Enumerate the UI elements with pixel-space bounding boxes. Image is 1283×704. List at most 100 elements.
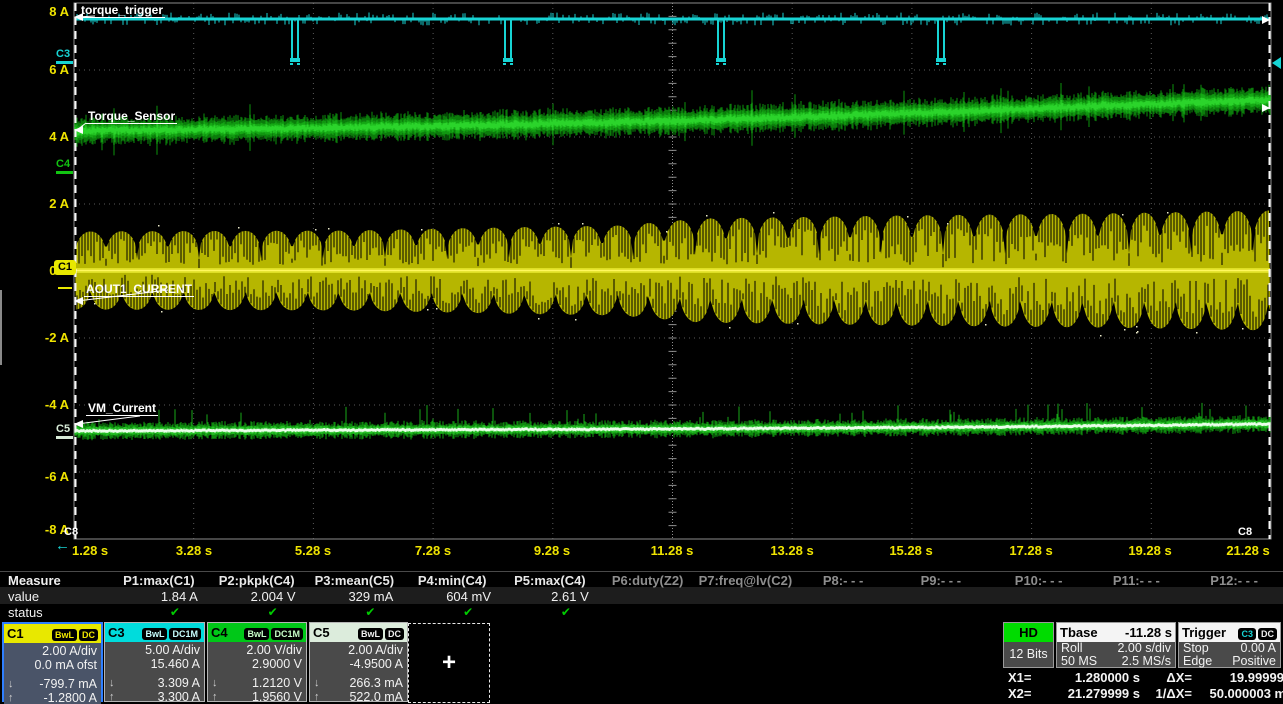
channel-min: 266.3 mA bbox=[349, 676, 403, 690]
timebase-box[interactable]: Tbase -11.28 s Roll 2.00 s/div 50 MS 2.5… bbox=[1056, 622, 1176, 668]
trigger-box[interactable]: Trigger C3DC Stop 0.00 A Edge Positive bbox=[1178, 622, 1281, 668]
channel-min: 3.309 A bbox=[158, 676, 200, 690]
plus-icon: + bbox=[442, 649, 456, 677]
max-arrow-icon: ↑ bbox=[212, 690, 218, 704]
trace-label-torque-sensor[interactable]: Torque_Sensor bbox=[86, 110, 177, 124]
measure-param-p6[interactable]: P6:duty(Z2) bbox=[599, 573, 697, 588]
channel-marker-tick bbox=[56, 436, 73, 439]
hd-label: HD bbox=[1004, 623, 1053, 642]
y-axis-label: -8 A bbox=[0, 523, 69, 537]
dx-label: ΔX= bbox=[1140, 670, 1192, 685]
trigger-source-badge: C3 bbox=[1238, 628, 1256, 640]
channel-offset: 0.0 mA ofst bbox=[8, 658, 97, 672]
bandwidth-limit-badge: BwL bbox=[142, 628, 167, 640]
channel-descriptor-c3[interactable]: C3 BwLDC1M 5.00 A/div 15.460 A ↓3.309 A … bbox=[104, 622, 205, 702]
x-axis-label: 9.28 s bbox=[516, 543, 588, 558]
channel-marker-c3[interactable]: C3 bbox=[56, 49, 70, 60]
measure-value: 2.61 V bbox=[501, 589, 599, 604]
trigger-slope: Positive bbox=[1232, 655, 1276, 668]
measure-param-p3[interactable]: P3:mean(C5) bbox=[306, 573, 404, 588]
measure-header-row: P1:max(C1) P2:pkpk(C4) P3:mean(C5) P4:mi… bbox=[110, 573, 1283, 588]
measure-value: 2.004 V bbox=[208, 589, 306, 604]
coupling-badge: DC bbox=[385, 628, 404, 640]
x-axis-label: 3.28 s bbox=[158, 543, 230, 558]
measure-title: Measure bbox=[8, 573, 61, 588]
x-axis-label: 17.28 s bbox=[995, 543, 1067, 558]
measure-param-p4[interactable]: P4:min(C4) bbox=[403, 573, 501, 588]
y-axis-label: 6 A bbox=[0, 63, 69, 77]
hd-bits: 12 Bits bbox=[1004, 642, 1053, 666]
channel-marker-label: C1 bbox=[58, 261, 72, 273]
x1-value: 1.280000 s bbox=[1042, 670, 1140, 685]
y-axis-label: 8 A bbox=[0, 5, 69, 19]
cursor-marker-right[interactable]: C8 bbox=[1238, 526, 1252, 538]
channel-marker-c4[interactable]: C4 bbox=[56, 159, 70, 170]
coupling-badge: DC1M bbox=[271, 628, 303, 640]
hd-mode-box[interactable]: HD 12 Bits bbox=[1003, 622, 1054, 668]
channel-descriptor-c5[interactable]: C5 BwLDC 2.00 A/div -4.9500 A ↓266.3 mA … bbox=[309, 622, 408, 702]
trace-label-torque-trigger[interactable]: torque_trigger bbox=[79, 4, 165, 18]
channel-max: 522.0 mA bbox=[349, 690, 403, 704]
channel-min: 1.2120 V bbox=[252, 676, 302, 690]
channel-marker-tick bbox=[56, 171, 73, 174]
timebase-delay: -11.28 s bbox=[1125, 625, 1172, 640]
trace-label-vm-current[interactable]: VM_Current bbox=[86, 402, 158, 416]
measure-param-p9[interactable]: P9:- - - bbox=[892, 573, 990, 588]
inv-dx-label: 1/ΔX= bbox=[1140, 686, 1192, 701]
trigger-type: Edge bbox=[1183, 655, 1212, 668]
x-axis-label: 1.28 s bbox=[72, 543, 144, 558]
max-arrow-icon: ↑ bbox=[8, 691, 14, 704]
max-arrow-icon: ↑ bbox=[314, 690, 320, 704]
min-arrow-icon: ↓ bbox=[212, 676, 218, 690]
channel-marker-c5[interactable]: C5 bbox=[56, 424, 70, 435]
x1-label: X1= bbox=[1008, 670, 1042, 685]
channel-descriptor-c4[interactable]: C4 BwLDC1M 2.00 V/div 2.9000 V ↓1.2120 V… bbox=[207, 622, 307, 702]
dx-value: 19.999999 s bbox=[1192, 670, 1283, 685]
measure-status-row-label: status bbox=[8, 605, 43, 620]
separator-line bbox=[0, 571, 1283, 572]
measure-param-p12[interactable]: P12:- - - bbox=[1185, 573, 1283, 588]
channel-marker-c1[interactable]: C1 bbox=[54, 260, 76, 275]
timebase-rate: 2.5 MS/s bbox=[1122, 655, 1171, 668]
channel-scale: 2.00 A/div bbox=[314, 643, 403, 657]
min-arrow-icon: ↓ bbox=[8, 677, 14, 691]
measure-param-p5[interactable]: P5:max(C4) bbox=[501, 573, 599, 588]
channel-descriptor-c1[interactable]: C1 BwLDC 2.00 A/div 0.0 mA ofst ↓-799.7 … bbox=[2, 622, 103, 702]
channel-offset: -4.9500 A bbox=[314, 657, 403, 671]
measure-param-p10[interactable]: P10:- - - bbox=[990, 573, 1088, 588]
channel-max: 3.300 A bbox=[158, 690, 200, 704]
bandwidth-limit-badge: BwL bbox=[358, 628, 383, 640]
channel-name: C5 bbox=[313, 625, 330, 640]
trace-label-aout1-current[interactable]: AOUT1_CURRENT bbox=[84, 283, 194, 297]
measure-param-p7[interactable]: P7:freq@lv(C2) bbox=[697, 573, 795, 588]
coupling-badge: DC bbox=[79, 629, 98, 641]
timebase-samples: 50 MS bbox=[1061, 655, 1097, 668]
bandwidth-limit-badge: BwL bbox=[244, 628, 269, 640]
min-arrow-icon: ↓ bbox=[314, 676, 320, 690]
status-check-icon: ✔ bbox=[126, 605, 224, 619]
min-arrow-icon: ↓ bbox=[109, 676, 115, 690]
waveform-display[interactable] bbox=[0, 0, 1283, 562]
measure-param-p8[interactable]: P8:- - - bbox=[794, 573, 892, 588]
measure-param-p2[interactable]: P2:pkpk(C4) bbox=[208, 573, 306, 588]
channel-marker-tick bbox=[56, 61, 73, 64]
add-trace-button[interactable]: + bbox=[408, 623, 490, 703]
measure-param-p11[interactable]: P11:- - - bbox=[1088, 573, 1186, 588]
left-edge-scroll-indicator bbox=[0, 290, 2, 365]
measure-param-p1[interactable]: P1:max(C1) bbox=[110, 573, 208, 588]
oscilloscope-screen: 8 A 6 A 4 A 2 A 0 A -2 A -4 A -6 A -8 A … bbox=[0, 0, 1283, 704]
x-axis-label: 13.28 s bbox=[756, 543, 828, 558]
channel-offset: 2.9000 V bbox=[212, 657, 302, 671]
channel-scale: 2.00 A/div bbox=[8, 644, 97, 658]
channel-marker-label: C4 bbox=[56, 158, 70, 170]
x2-value: 21.279999 s bbox=[1042, 686, 1140, 701]
y-axis-label: -2 A bbox=[0, 331, 69, 345]
cursor-readout-x2: X2= 21.279999 s 1/ΔX= 50.000003 mHz bbox=[1008, 686, 1283, 701]
y-axis-label: 4 A bbox=[0, 130, 69, 144]
measure-status-row: ✔ ✔ ✔ ✔ ✔ bbox=[110, 605, 1283, 619]
y-axis-label: 2 A bbox=[0, 197, 69, 211]
channel-max: 1.9560 V bbox=[252, 690, 302, 704]
x-axis-label: 21.28 s bbox=[1212, 543, 1283, 558]
x-axis-label: 7.28 s bbox=[397, 543, 469, 558]
status-check-icon: ✔ bbox=[419, 605, 517, 619]
